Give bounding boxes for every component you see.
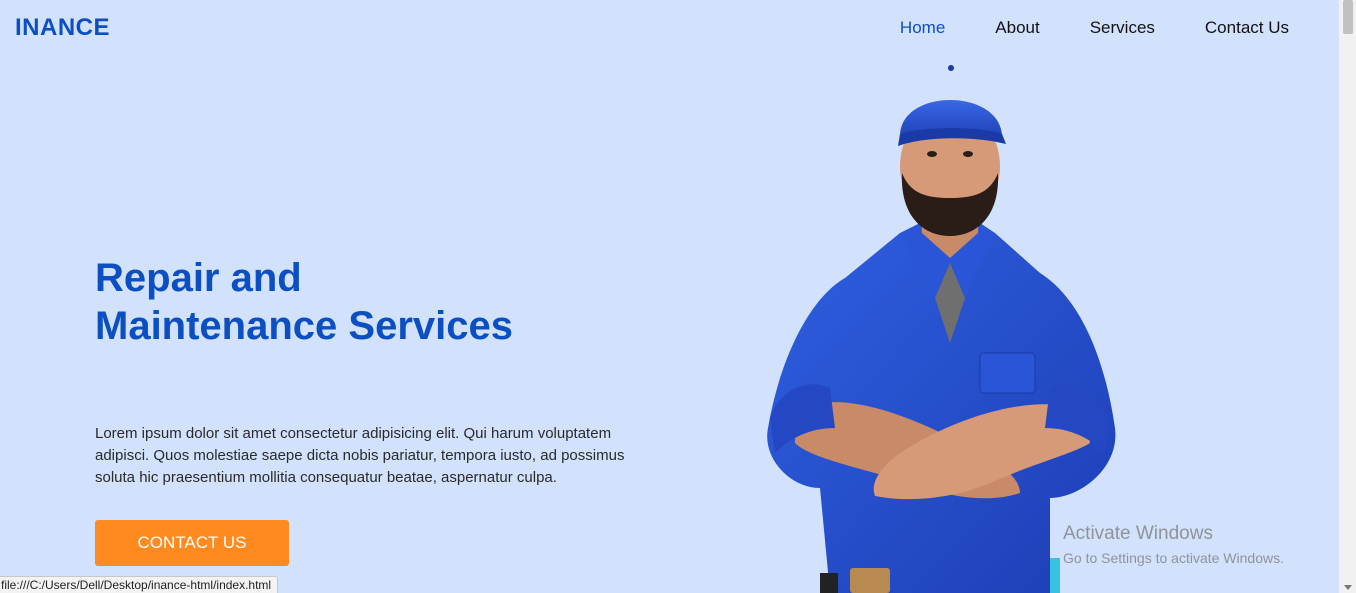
page: INANCE Home About Services Contact Us Re… [0, 0, 1356, 593]
watermark-title: Activate Windows [1063, 523, 1213, 544]
vertical-scrollbar[interactable] [1339, 0, 1356, 593]
nav-item-home[interactable]: Home [900, 18, 945, 38]
nav-item-services[interactable]: Services [1090, 18, 1155, 38]
hero-title: Repair and Maintenance Services [95, 256, 513, 348]
nav-item-about[interactable]: About [995, 18, 1039, 38]
worker-illustration [767, 65, 1116, 593]
browser-status-url: file:///C:/Users/Dell/Desktop/inance-htm… [0, 576, 279, 593]
activate-windows-watermark: Activate Windows Go to Settings to activ… [1063, 522, 1284, 568]
scrollbar-thumb[interactable] [1343, 0, 1353, 34]
contact-us-button[interactable]: CONTACT US [95, 520, 289, 566]
main-nav: Home About Services Contact Us [850, 18, 1289, 38]
watermark-subtitle: Go to Settings to activate Windows. [1063, 550, 1284, 566]
hero-description: Lorem ipsum dolor sit amet consectetur a… [95, 425, 625, 486]
site-logo[interactable]: INANCE [15, 14, 110, 42]
nav-item-contact-us[interactable]: Contact Us [1205, 18, 1289, 38]
scroll-down-arrow-icon[interactable] [1344, 585, 1352, 590]
